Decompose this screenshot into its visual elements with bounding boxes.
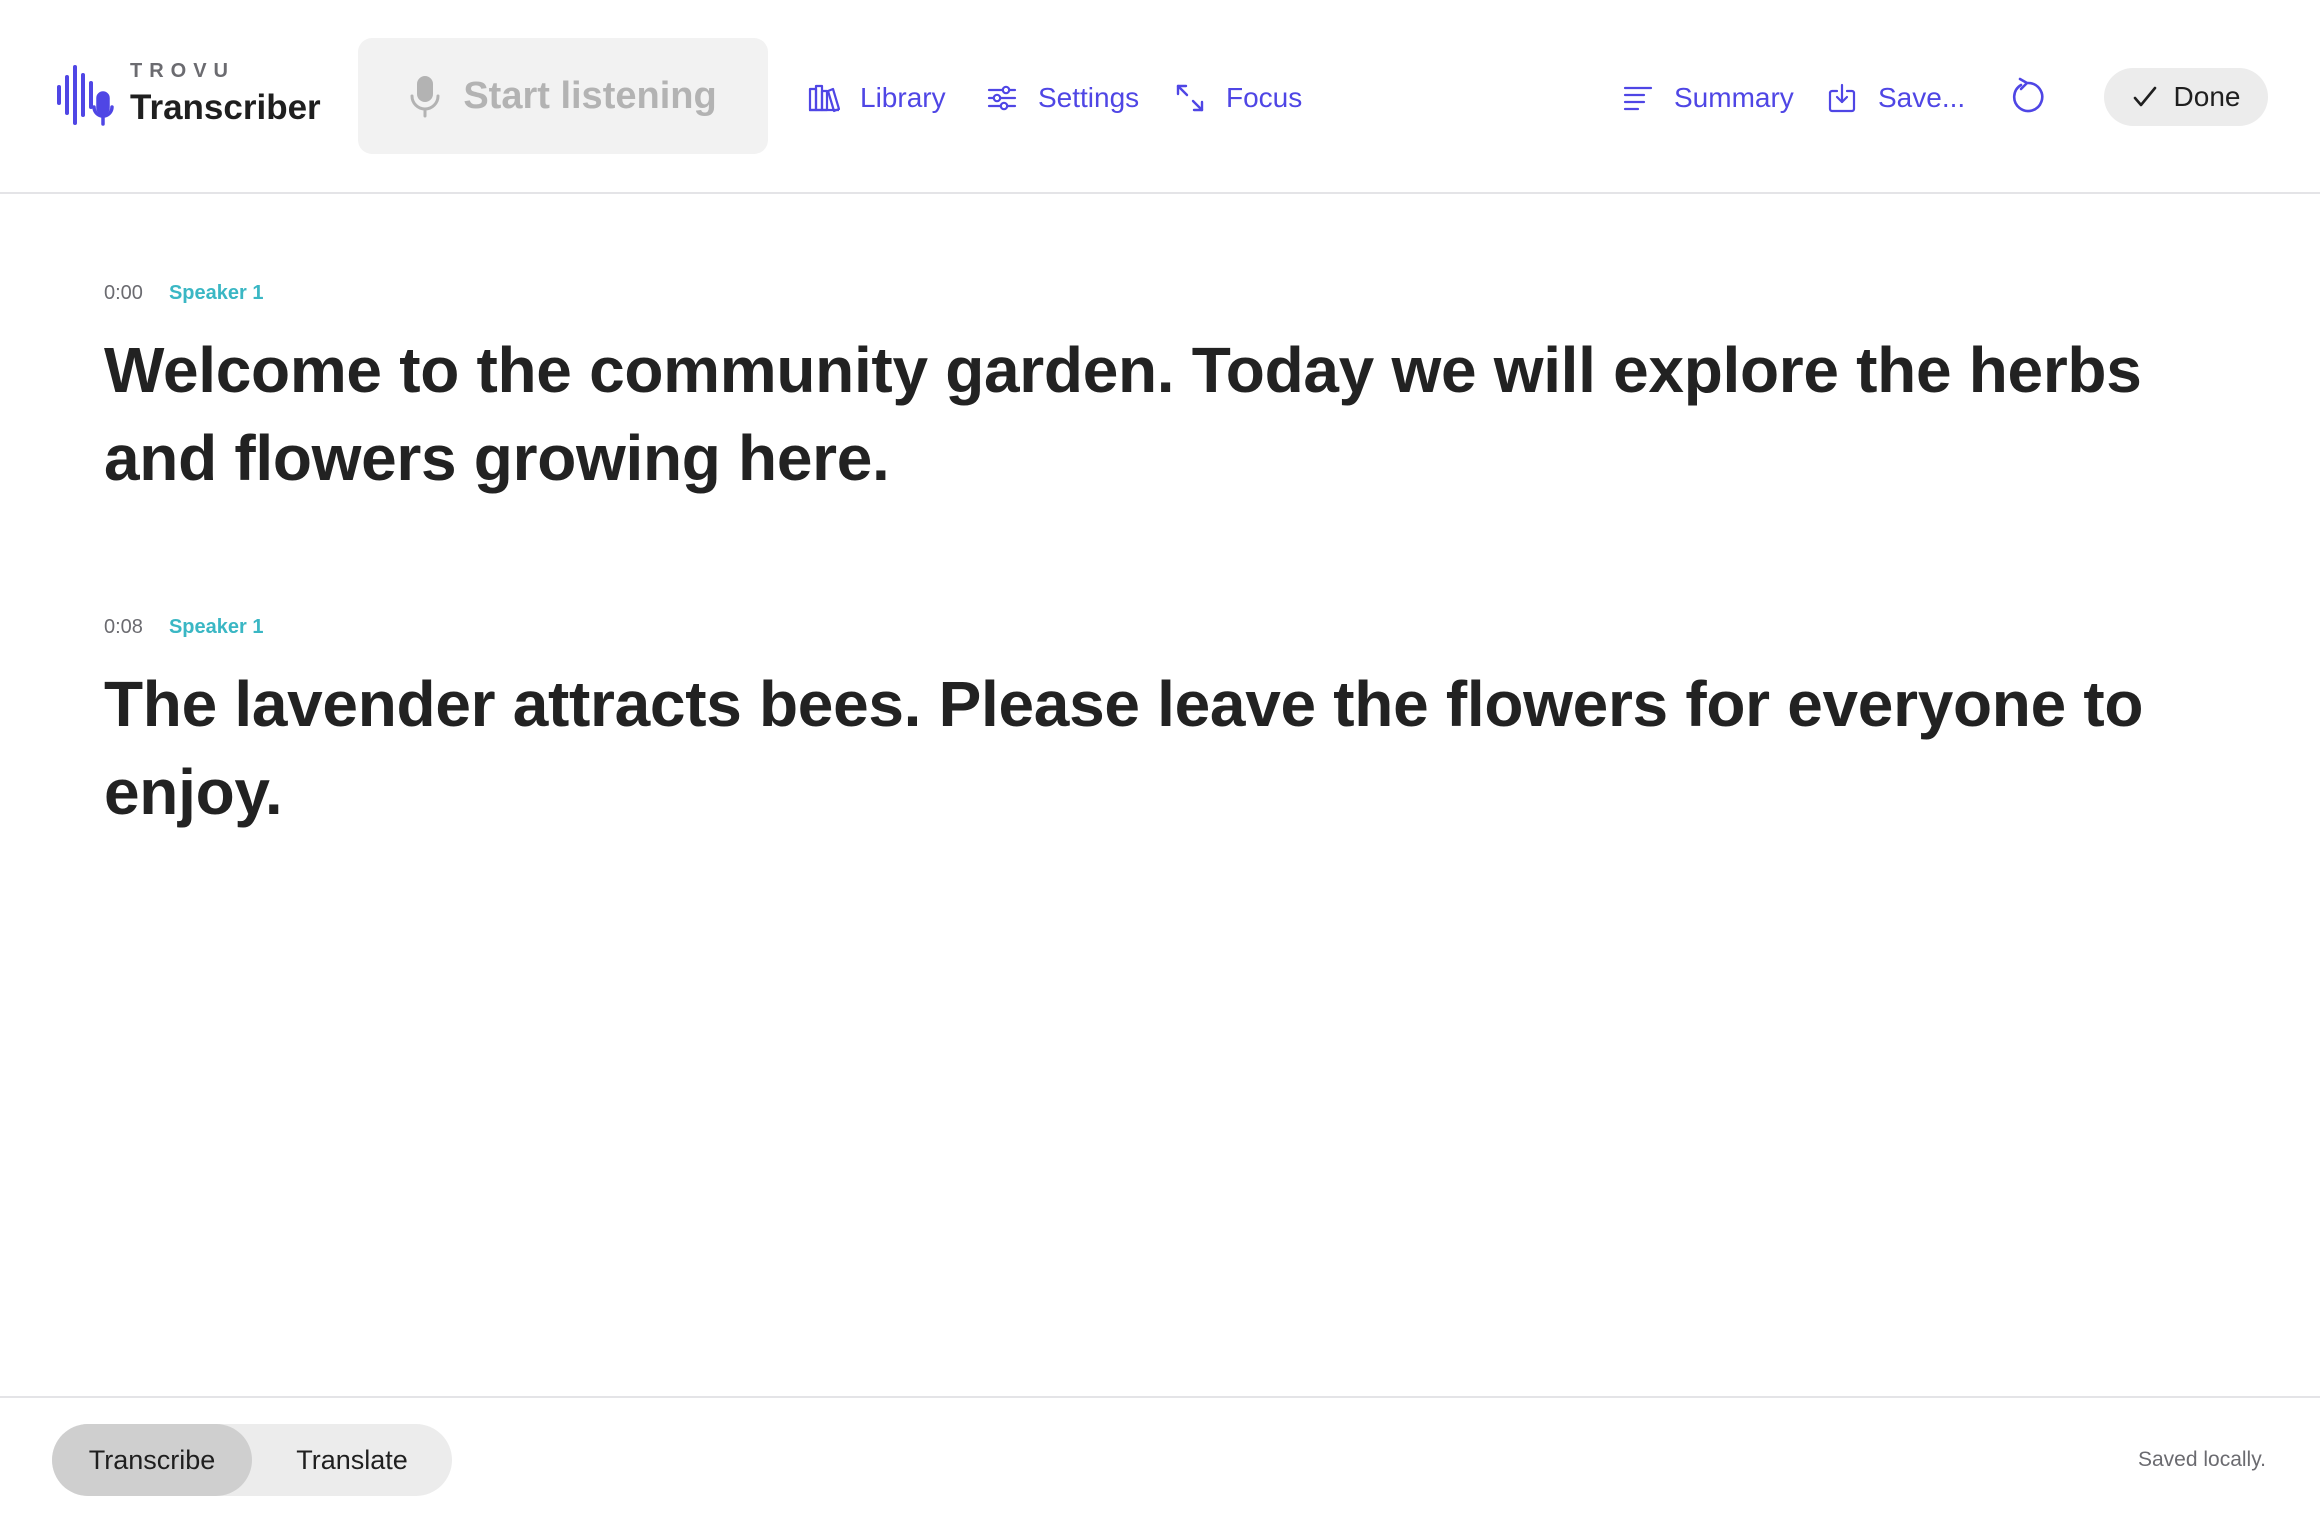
restart-button[interactable] — [2006, 76, 2050, 120]
save-label: Save... — [1878, 82, 1966, 113]
segment-text: The lavender attracts bees. Please leave… — [104, 668, 2144, 828]
settings-label: Settings — [1038, 82, 1140, 113]
footer-bar: Transcribe Translate Saved locally. — [0, 1396, 2320, 1520]
save-button[interactable]: Save... — [1826, 76, 1965, 120]
text-lines-icon — [1623, 86, 1653, 111]
library-label: Library — [860, 82, 946, 113]
brand-text: TROVU Transcriber — [130, 60, 321, 130]
translate-mode-button[interactable]: Translate — [252, 1424, 452, 1496]
summary-button[interactable]: Summary — [1622, 76, 1794, 120]
segment-text: Welcome to the community garden. Today w… — [104, 334, 2142, 494]
waveform-microphone-logo-icon — [57, 65, 114, 126]
segment-speaker: Speaker 1 — [168, 616, 264, 638]
app-title: Transcriber — [130, 88, 321, 127]
download-icon — [1828, 83, 1856, 113]
toolbar: TROVU Transcriber Start listening Librar… — [0, 0, 2320, 194]
focus-label: Focus — [1226, 82, 1303, 113]
start-listening-button[interactable]: Start listening — [358, 38, 768, 154]
transcript-segment: 0:08 Speaker 1 The lavender attracts bee… — [104, 616, 2244, 836]
transcribe-mode-button[interactable]: Transcribe — [52, 1424, 252, 1496]
books-icon — [808, 84, 840, 113]
sliders-icon — [987, 85, 1017, 111]
segment-timestamp: 0:08 — [104, 616, 143, 638]
segment-speaker: Speaker 1 — [168, 282, 264, 304]
focus-button[interactable]: Focus — [1174, 76, 1302, 120]
mode-switcher: Transcribe Translate — [52, 1424, 452, 1496]
transcript-segment: 0:00 Speaker 1 Welcome to the community … — [104, 282, 2244, 502]
segment-timestamp: 0:00 — [104, 282, 143, 304]
settings-button[interactable]: Settings — [986, 76, 1139, 120]
segment-meta: 0:08 Speaker 1 — [104, 616, 2244, 646]
expand-arrows-icon — [1176, 84, 1204, 112]
transcriber-app: TROVU Transcriber Start listening Librar… — [0, 0, 2320, 1520]
library-button[interactable]: Library — [808, 76, 946, 120]
microphone-icon — [410, 76, 440, 118]
save-status: Saved locally. — [2137, 1448, 2266, 1471]
done-button[interactable]: Done — [2104, 68, 2268, 126]
restart-icon — [2012, 77, 2044, 113]
checkmark-icon — [2133, 86, 2156, 107]
start-listening-label: Start listening — [463, 74, 717, 117]
brand-eyebrow: TROVU — [130, 60, 235, 82]
done-label: Done — [2173, 81, 2241, 112]
brand: TROVU Transcriber — [56, 60, 321, 130]
summary-label: Summary — [1674, 82, 1794, 113]
segment-meta: 0:00 Speaker 1 — [104, 282, 2244, 312]
